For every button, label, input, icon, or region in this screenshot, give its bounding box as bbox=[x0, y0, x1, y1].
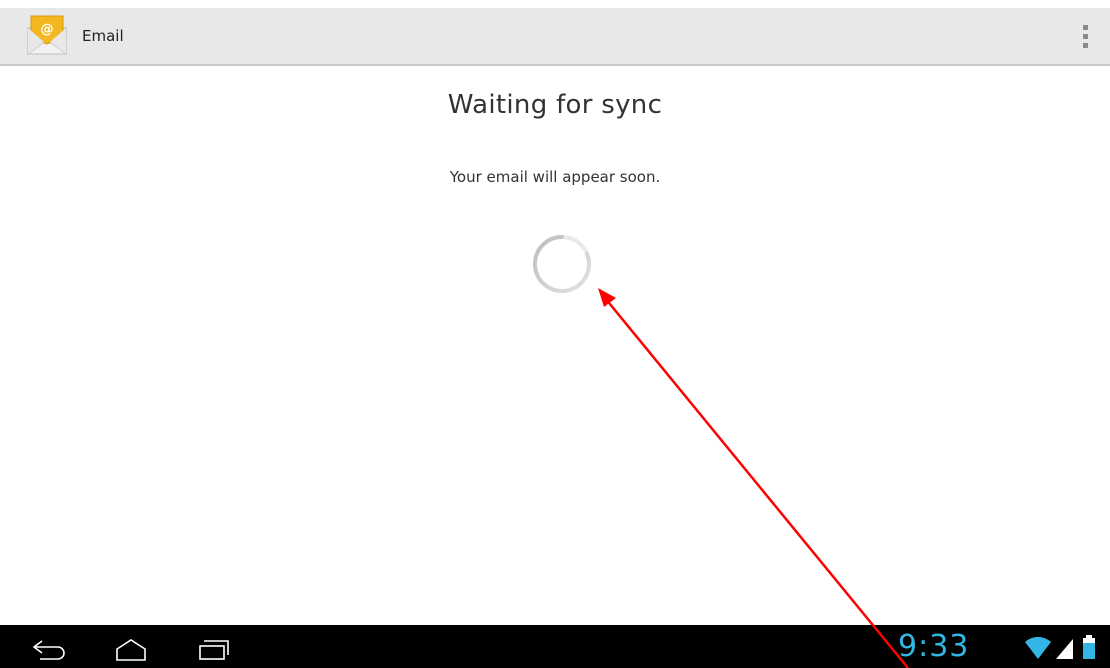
recent-apps-icon[interactable] bbox=[190, 629, 240, 665]
system-bar: 9:33 bbox=[0, 625, 1110, 668]
wifi-icon bbox=[1024, 633, 1052, 661]
top-strip bbox=[0, 0, 1110, 8]
sync-title: Waiting for sync bbox=[447, 90, 663, 120]
back-icon[interactable] bbox=[22, 629, 72, 665]
action-bar: @ Email bbox=[0, 8, 1110, 66]
signal-icon bbox=[1055, 633, 1075, 661]
clock[interactable]: 9:33 bbox=[898, 625, 969, 668]
battery-icon bbox=[1080, 633, 1098, 661]
progress-spinner-icon bbox=[531, 233, 593, 295]
overflow-menu-icon[interactable] bbox=[1072, 22, 1100, 52]
email-envelope-icon[interactable]: @ bbox=[22, 14, 72, 58]
app-title: Email bbox=[82, 27, 124, 45]
home-icon[interactable] bbox=[106, 629, 156, 665]
screen: @ Email Waiting for sync Your email will… bbox=[0, 0, 1110, 668]
sync-message: Your email will appear soon. bbox=[449, 168, 661, 186]
svg-text:@: @ bbox=[41, 22, 54, 37]
